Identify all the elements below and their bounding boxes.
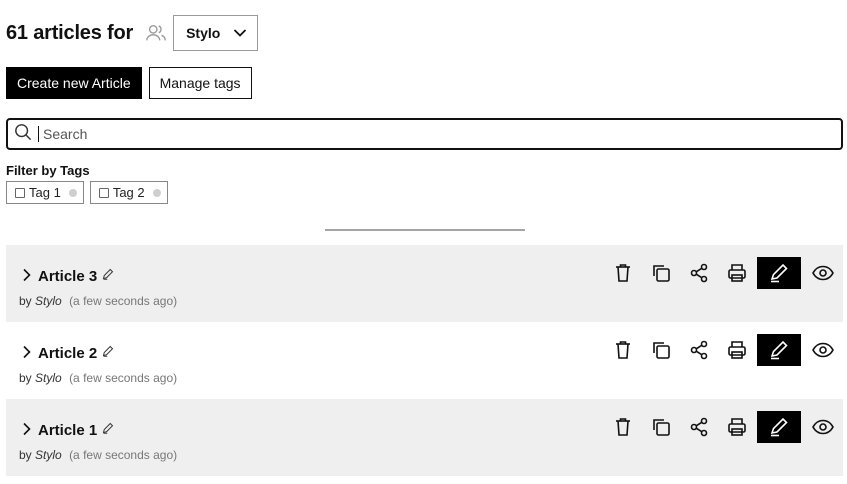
- search-icon: [14, 123, 32, 146]
- create-article-button[interactable]: Create new Article: [6, 67, 142, 99]
- search-bar[interactable]: [6, 118, 843, 150]
- article-author: Stylo: [35, 448, 62, 462]
- rename-pencil-icon[interactable]: [102, 421, 114, 439]
- share-icon[interactable]: [680, 334, 718, 366]
- article-list: Article 3 by Stylo (a few seconds ago) A…: [6, 245, 843, 476]
- share-icon[interactable]: [680, 411, 718, 443]
- edit-button[interactable]: [757, 411, 801, 443]
- by-label: by: [19, 294, 32, 308]
- chevron-right-icon[interactable]: [22, 422, 34, 436]
- printer-icon[interactable]: [718, 257, 756, 289]
- article-meta: by Stylo (a few seconds ago): [19, 371, 177, 385]
- text-cursor: [38, 126, 39, 142]
- article-title[interactable]: Article 2: [38, 345, 97, 362]
- trash-icon[interactable]: [604, 411, 642, 443]
- copy-icon[interactable]: [642, 257, 680, 289]
- edit-button[interactable]: [757, 334, 801, 366]
- manage-tags-button[interactable]: Manage tags: [148, 67, 252, 99]
- article-toolbar: [604, 411, 843, 443]
- pencil-icon: [770, 340, 788, 360]
- pencil-icon: [770, 263, 788, 283]
- tag-filter-2[interactable]: Tag 2: [89, 181, 168, 204]
- pencil-icon: [770, 417, 788, 437]
- article-row: Article 2 by Stylo (a few seconds ago): [6, 322, 843, 399]
- article-meta: by Stylo (a few seconds ago): [19, 448, 177, 462]
- tag-color-dot: [68, 188, 77, 197]
- filter-label: Filter by Tags: [6, 163, 90, 178]
- chevron-down-icon: [233, 25, 247, 41]
- chevron-right-icon[interactable]: [22, 345, 34, 359]
- trash-icon[interactable]: [604, 334, 642, 366]
- printer-icon[interactable]: [718, 334, 756, 366]
- by-label: by: [19, 448, 32, 462]
- tag-color-dot: [152, 188, 161, 197]
- copy-icon[interactable]: [642, 334, 680, 366]
- tag-label: Tag 1: [29, 185, 61, 200]
- tag-checkbox[interactable]: [15, 187, 25, 198]
- rename-pencil-icon[interactable]: [102, 344, 114, 362]
- tag-filter-list: Tag 1 Tag 2: [6, 181, 168, 204]
- chevron-right-icon[interactable]: [22, 268, 34, 282]
- article-row: Article 1 by Stylo (a few seconds ago): [6, 399, 843, 476]
- article-time: (a few seconds ago): [69, 448, 178, 462]
- search-input[interactable]: [43, 122, 841, 146]
- rename-pencil-icon[interactable]: [102, 267, 114, 285]
- eye-icon[interactable]: [803, 257, 843, 289]
- divider: [325, 229, 525, 231]
- users-icon: [145, 22, 167, 44]
- eye-icon[interactable]: [803, 334, 843, 366]
- page-header: 61 articles for Stylo: [6, 15, 259, 51]
- edit-button[interactable]: [757, 257, 801, 289]
- action-bar: Create new Article Manage tags: [6, 67, 252, 99]
- article-toolbar: [604, 334, 843, 366]
- workspace-select[interactable]: Stylo: [173, 15, 259, 51]
- tag-filter-1[interactable]: Tag 1: [6, 181, 84, 204]
- tag-label: Tag 2: [112, 185, 145, 200]
- article-title[interactable]: Article 3: [38, 268, 97, 285]
- article-toolbar: [604, 257, 843, 289]
- article-author: Stylo: [35, 371, 62, 385]
- page-title: 61 articles for: [6, 21, 134, 44]
- article-row: Article 3 by Stylo (a few seconds ago): [6, 245, 843, 322]
- article-author: Stylo: [35, 294, 62, 308]
- article-meta: by Stylo (a few seconds ago): [19, 294, 177, 308]
- article-time: (a few seconds ago): [69, 294, 178, 308]
- workspace-select-value: Stylo: [186, 25, 221, 41]
- tag-checkbox[interactable]: [98, 187, 109, 198]
- printer-icon[interactable]: [718, 411, 756, 443]
- article-time: (a few seconds ago): [69, 371, 178, 385]
- article-title[interactable]: Article 1: [38, 422, 97, 439]
- share-icon[interactable]: [680, 257, 718, 289]
- by-label: by: [19, 371, 32, 385]
- trash-icon[interactable]: [604, 257, 642, 289]
- copy-icon[interactable]: [642, 411, 680, 443]
- eye-icon[interactable]: [803, 411, 843, 443]
